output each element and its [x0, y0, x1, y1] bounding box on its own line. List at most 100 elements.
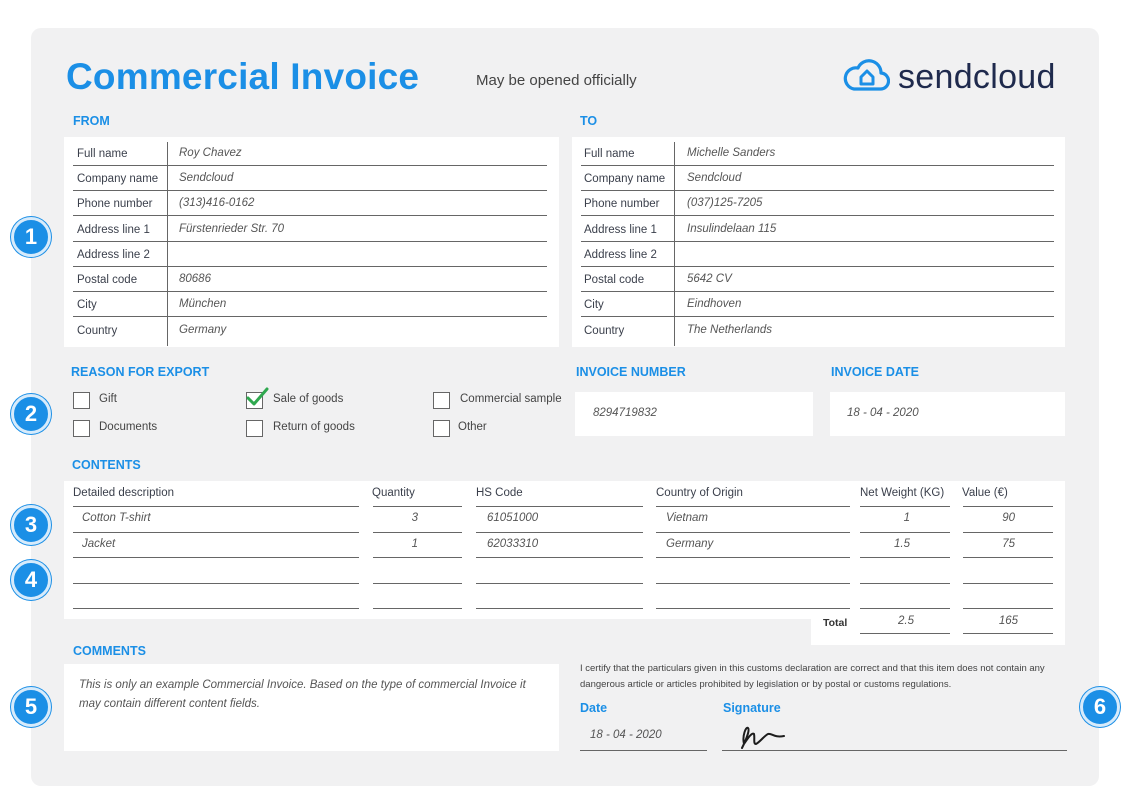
to-row-divider	[581, 316, 1054, 317]
invoice-number-value: 8294719832	[593, 407, 657, 419]
cloud-home-icon	[842, 57, 891, 98]
from-field-value[interactable]: Fürstenrieder Str. 70	[179, 223, 284, 235]
contents-cell-line	[963, 583, 1053, 584]
comments-text: This is only an example Commercial Invoi…	[79, 679, 526, 710]
from-field-value[interactable]: Germany	[179, 324, 226, 336]
from-field-label: Address line 2	[77, 249, 150, 261]
brand-logo: sendcloud	[842, 57, 1056, 98]
from-row-divider	[73, 215, 547, 216]
contents-cell-line	[476, 532, 643, 533]
contents-column-header: Net Weight (KG)	[860, 487, 945, 499]
to-field-label: Company name	[584, 173, 666, 185]
brand-name: sendcloud	[898, 58, 1056, 96]
to-row-divider	[581, 241, 1054, 242]
to-field-value[interactable]: Eindhoven	[687, 298, 741, 310]
checkmark-icon	[245, 385, 269, 414]
step-badge-4: 4	[11, 560, 51, 600]
contents-cell-line	[73, 583, 359, 584]
from-field-label: Phone number	[77, 198, 153, 210]
to-row-divider	[581, 165, 1054, 166]
checkbox-commercial-sample[interactable]	[433, 392, 450, 409]
contents-column-header: Country of Origin	[656, 487, 743, 499]
signature-label: Signature	[723, 701, 781, 715]
checkbox-other[interactable]	[433, 420, 450, 437]
contents-cell-line	[860, 608, 950, 609]
contents-cell[interactable]: Germany	[666, 538, 713, 550]
checkbox-return-of-goods[interactable]	[246, 420, 263, 437]
comments-box[interactable]: This is only an example Commercial Invoi…	[64, 664, 559, 751]
checkbox-return-of-goods-label: Return of goods	[273, 421, 355, 433]
from-field-label: Address line 1	[77, 224, 150, 236]
contents-cell-line	[963, 506, 1053, 507]
contents-column-header: HS Code	[476, 487, 523, 499]
to-row-divider	[581, 266, 1054, 267]
to-field-label: Phone number	[584, 198, 660, 210]
contents-cell-line	[73, 557, 359, 558]
checkbox-commercial-sample-label: Commercial sample	[460, 393, 562, 405]
contents-cell-line	[656, 583, 850, 584]
signature-line	[722, 750, 1067, 751]
contents-cell-line	[963, 532, 1053, 533]
contents-cell[interactable]: 61051000	[487, 512, 538, 524]
to-row-divider	[581, 291, 1054, 292]
contents-column-header: Detailed description	[73, 487, 175, 499]
contents-cell[interactable]: 1	[373, 538, 418, 550]
to-field-value[interactable]: 5642 CV	[687, 273, 732, 285]
to-field-value[interactable]: The Netherlands	[687, 324, 772, 336]
contents-cell-line	[860, 583, 950, 584]
contents-cell-line	[963, 608, 1053, 609]
from-field-value[interactable]: Roy Chavez	[179, 147, 242, 159]
contents-cell-line	[656, 557, 850, 558]
from-row-divider	[73, 165, 547, 166]
page-subtitle: May be opened officially	[476, 72, 637, 89]
to-field-label: Country	[584, 325, 625, 337]
contents-panel	[64, 481, 1065, 619]
contents-cell-line	[656, 608, 850, 609]
contents-column-header: Value (€)	[962, 487, 1008, 499]
checkbox-documents-label: Documents	[99, 421, 158, 433]
contents-cell[interactable]: 1.5	[860, 538, 910, 550]
to-field-value[interactable]: (037)125-7205	[687, 197, 762, 209]
contents-cell-line	[373, 583, 462, 584]
checkbox-sale-of-goods-label: Sale of goods	[273, 393, 344, 405]
contents-cell-line	[373, 608, 462, 609]
checkbox-documents[interactable]	[73, 420, 90, 437]
to-field-label: Address line 2	[584, 249, 657, 261]
from-field-value[interactable]: (313)416-0162	[179, 197, 254, 209]
contents-cell-line	[476, 506, 643, 507]
contents-cell-line	[656, 532, 850, 533]
contents-cell[interactable]: Cotton T-shirt	[82, 512, 151, 524]
contents-heading: CONTENTS	[72, 458, 141, 472]
contents-cell[interactable]: Jacket	[82, 538, 115, 550]
step-badge-1: 1	[11, 217, 51, 257]
total-value: 165	[998, 615, 1018, 627]
to-field-value[interactable]: Insulindelaan 115	[687, 223, 776, 235]
invoice-number-heading: INVOICE NUMBER	[576, 365, 686, 379]
contents-cell[interactable]: Vietnam	[666, 512, 708, 524]
page-title: Commercial Invoice	[66, 56, 420, 97]
date-value: 18 - 04 - 2020	[590, 729, 662, 741]
total-line	[963, 633, 1053, 634]
checkbox-gift-label: Gift	[99, 393, 117, 405]
contents-cell[interactable]: 62033310	[487, 538, 538, 550]
invoice-number-field[interactable]: 8294719832	[575, 392, 813, 436]
from-field-value[interactable]: Sendcloud	[179, 172, 233, 184]
contents-cell-line	[476, 608, 643, 609]
contents-cell[interactable]: 90	[963, 512, 1015, 524]
from-row-divider	[73, 190, 547, 191]
to-field-value[interactable]: Michelle Sanders	[687, 147, 775, 159]
date-line	[580, 750, 707, 751]
contents-cell[interactable]: 75	[963, 538, 1015, 550]
from-field-value[interactable]: 80686	[179, 273, 211, 285]
contents-cell[interactable]: 1	[860, 512, 910, 524]
contents-cell[interactable]: 3	[373, 512, 418, 524]
to-field-value[interactable]: Sendcloud	[687, 172, 741, 184]
from-field-value[interactable]: München	[179, 298, 226, 310]
invoice-date-field[interactable]: 18 - 04 - 2020	[830, 392, 1065, 436]
checkbox-other-label: Other	[458, 421, 487, 433]
step-badge-2: 2	[11, 394, 51, 434]
from-field-label: City	[77, 299, 97, 311]
contents-cell-line	[656, 506, 850, 507]
total-line	[860, 633, 950, 634]
checkbox-gift[interactable]	[73, 392, 90, 409]
